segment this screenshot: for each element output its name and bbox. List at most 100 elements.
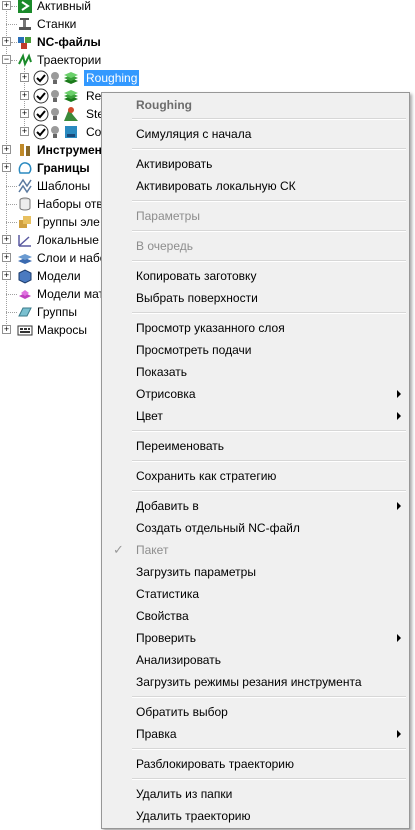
submenu-arrow-icon (397, 634, 401, 642)
menu-item-analyze[interactable]: Анализировать (104, 649, 407, 671)
menu-item-label: Цвет (136, 409, 163, 423)
menu-item-statistics[interactable]: Статистика (104, 583, 407, 605)
tree-item-label: Группы эле (37, 215, 100, 229)
menu-item-remove-from-folder[interactable]: Удалить из папки (104, 783, 407, 805)
menu-item-edit[interactable]: Правка (104, 723, 407, 745)
menu-item-draw[interactable]: Отрисовка (104, 383, 407, 405)
menu-item-unlock-toolpath[interactable]: Разблокировать траекторию (104, 753, 407, 775)
menu-item-view-layer[interactable]: Просмотр указанного слоя (104, 317, 407, 339)
menu-item-color[interactable]: Цвет (104, 405, 407, 427)
macro-icon (17, 325, 33, 336)
menu-item-queue: В очередь (136, 239, 194, 253)
menu-separator (132, 312, 406, 314)
steep-shallow-icon (64, 107, 78, 121)
expand-icon[interactable]: + (2, 325, 11, 334)
menu-item-parameters: Параметры (136, 209, 200, 223)
expand-icon[interactable]: + (2, 253, 11, 262)
menu-item-create-nc[interactable]: Создать отдельный NC-файл (104, 517, 407, 539)
feature-group-icon (19, 216, 31, 228)
menu-item-label: Отрисовка (136, 387, 196, 401)
menu-separator (132, 778, 406, 780)
model-icon (18, 269, 32, 284)
expand-icon[interactable]: + (2, 235, 11, 244)
constant-z-icon (65, 126, 77, 138)
tree-item-label: Шаблоны (37, 179, 91, 193)
tree-item-label: Модели (37, 269, 81, 283)
menu-item-activate[interactable]: Активировать (104, 153, 407, 175)
layers-icon (64, 90, 78, 102)
menu-item-label: Правка (136, 727, 177, 741)
lightbulb-icon (51, 126, 59, 138)
pattern-icon (18, 178, 32, 194)
menu-item-rename[interactable]: Переименовать (104, 435, 407, 457)
expand-icon[interactable]: + (20, 73, 29, 82)
menu-separator (132, 200, 406, 202)
expand-icon[interactable]: + (20, 109, 29, 118)
tree-item-label: NC-файлы (37, 35, 101, 49)
checkmark-circle-icon (33, 106, 49, 122)
menu-item-copy-stock[interactable]: Копировать заготовку (104, 265, 407, 287)
submenu-arrow-icon (397, 390, 401, 398)
levels-icon (18, 254, 32, 264)
stock-model-icon (19, 290, 31, 299)
nc-file-icon (18, 37, 31, 49)
tree-item-label: Слои и набо (37, 251, 107, 265)
boundary-icon (18, 162, 32, 174)
menu-item-invert-selection[interactable]: Обратить выбор (104, 701, 407, 723)
menu-separator (132, 260, 406, 262)
menu-item-save-strategy[interactable]: Сохранить как стратегию (104, 465, 407, 487)
menu-item-properties[interactable]: Свойства (104, 605, 407, 627)
submenu-arrow-icon (397, 730, 401, 738)
menu-separator (132, 230, 406, 232)
tree-item-label: Станки (37, 17, 77, 31)
lightbulb-icon (51, 72, 59, 84)
submenu-arrow-icon (397, 412, 401, 420)
menu-separator (132, 696, 406, 698)
tree-item-label: Макросы (37, 323, 88, 337)
tree-item-label: Локальные (37, 233, 99, 247)
expand-icon[interactable]: + (20, 127, 29, 136)
menu-item-label: Добавить в (136, 499, 199, 513)
menu-item-label: Проверить (136, 631, 197, 645)
menu-item-batch: ✓ Пакет (104, 539, 407, 561)
menu-item-load-params[interactable]: Загрузить параметры (104, 561, 407, 583)
menu-separator (132, 118, 406, 120)
menu-separator (132, 490, 406, 492)
tool-icon (20, 144, 30, 156)
tree-item-label: Re (86, 89, 102, 103)
tree-item-label: Траектории (37, 53, 102, 67)
menu-item-view-feeds[interactable]: Просмотреть подачи (104, 339, 407, 361)
menu-item-activate-workplane[interactable]: Активировать локальную СК (104, 175, 407, 197)
menu-header: Roughing (136, 98, 192, 112)
workplane-icon (18, 235, 31, 247)
menu-separator (132, 460, 406, 462)
expand-icon[interactable]: + (2, 271, 11, 280)
submenu-arrow-icon (397, 502, 401, 510)
expand-icon[interactable]: + (2, 145, 11, 154)
menu-item-show[interactable]: Показать (104, 361, 407, 383)
toolpath-icon (18, 53, 32, 67)
active-arrow-icon (18, 0, 32, 13)
menu-separator (132, 748, 406, 750)
menu-item-verify[interactable]: Проверить (104, 627, 407, 649)
expand-icon[interactable]: + (2, 163, 11, 172)
expand-icon[interactable]: + (2, 1, 11, 10)
tree-item-label: Co (86, 125, 102, 139)
expand-icon[interactable]: + (20, 91, 29, 100)
machine-icon (19, 18, 31, 30)
menu-separator (132, 148, 406, 150)
expand-icon[interactable]: + (2, 37, 11, 46)
lightbulb-icon (51, 90, 59, 102)
tree-item-label: Границы (37, 161, 90, 175)
menu-item-add-to[interactable]: Добавить в (104, 495, 407, 517)
menu-separator (132, 430, 406, 432)
tree-item-label: Активный (37, 0, 91, 13)
menu-item-delete-toolpath[interactable]: Удалить траекторию (104, 805, 407, 827)
checkmark-circle-icon (33, 88, 49, 104)
collapse-icon[interactable]: − (2, 55, 11, 64)
menu-item-simulate[interactable]: Симуляция с начала (104, 123, 407, 145)
menu-item-select-surfaces[interactable]: Выбрать поверхности (104, 287, 407, 309)
layers-icon (64, 72, 78, 84)
menu-item-load-cutting-data[interactable]: Загрузить режимы резания инструмента (104, 671, 407, 693)
lightbulb-icon (51, 108, 59, 120)
